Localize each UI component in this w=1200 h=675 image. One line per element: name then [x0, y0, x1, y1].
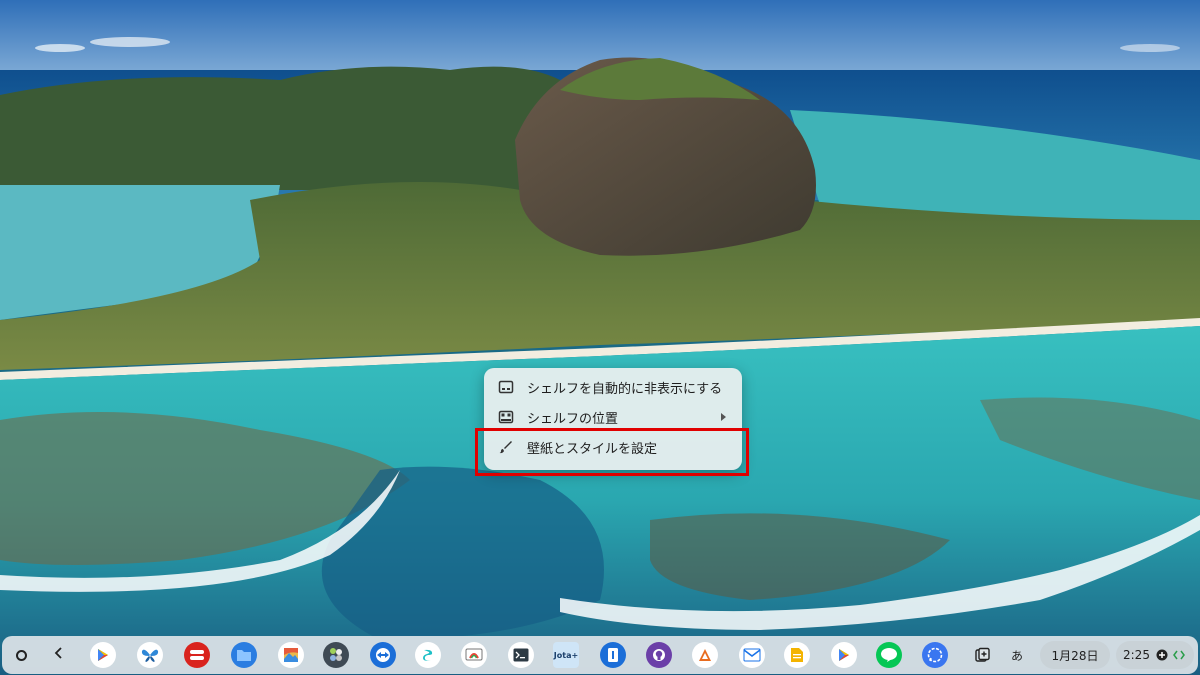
- chevron-left-icon: [54, 647, 64, 663]
- google-play-icon[interactable]: [831, 642, 857, 668]
- surfshark-icon[interactable]: [415, 642, 441, 668]
- status-area[interactable]: 2:25: [1116, 641, 1194, 669]
- multi-app-icon[interactable]: [323, 642, 349, 668]
- blue-app-icon[interactable]: [600, 642, 626, 668]
- menu-item-wallpaper-style[interactable]: 壁紙とスタイルを設定: [484, 432, 742, 462]
- date-tray[interactable]: 1月28日: [1040, 641, 1110, 669]
- butterfly-icon[interactable]: [137, 642, 163, 668]
- docs-icon[interactable]: [784, 642, 810, 668]
- date-label: 1月28日: [1051, 648, 1099, 663]
- developer-mode-icon: [1173, 650, 1185, 660]
- shelf-context-menu: シェルフを自動的に非表示にする シェルフの位置 壁紙とスタイルを設定: [484, 368, 742, 470]
- menu-item-shelf-position[interactable]: シェルフの位置: [484, 402, 742, 432]
- signal-icon[interactable]: [922, 642, 948, 668]
- time-label: 2:25: [1123, 648, 1150, 662]
- github-icon[interactable]: [646, 642, 672, 668]
- menu-item-label: シェルフを自動的に非表示にする: [527, 381, 723, 397]
- line-icon[interactable]: [876, 642, 902, 668]
- google-play-icon[interactable]: [90, 642, 116, 668]
- launcher-icon: [15, 649, 27, 661]
- menu-item-label: 壁紙とスタイルを設定: [527, 441, 658, 457]
- shelf-position-icon: [498, 409, 514, 425]
- terminal-icon[interactable]: [508, 642, 534, 668]
- office-icon[interactable]: [692, 642, 718, 668]
- submenu-arrow-icon: [721, 413, 726, 421]
- jota-label: Jota+: [553, 650, 579, 660]
- ime-indicator[interactable]: あ: [1006, 644, 1028, 666]
- autohide-icon: [498, 379, 514, 395]
- menu-item-autohide-shelf[interactable]: シェルフを自動的に非表示にする: [484, 372, 742, 402]
- shelf: Jota+ あ 1月28日 2:25: [2, 636, 1198, 674]
- gallery-icon[interactable]: [278, 642, 304, 668]
- paintbrush-icon: [498, 439, 514, 455]
- clipboard-icon[interactable]: [971, 644, 993, 666]
- back-button[interactable]: [50, 646, 68, 664]
- chrome-remote-icon[interactable]: [461, 642, 487, 668]
- menu-item-label: シェルフの位置: [527, 411, 619, 427]
- red-app-icon[interactable]: [184, 642, 210, 668]
- jota-icon[interactable]: Jota+: [553, 642, 579, 668]
- mail-icon[interactable]: [739, 642, 765, 668]
- add-circle-icon: [1156, 649, 1168, 661]
- launcher-button[interactable]: [11, 645, 31, 665]
- folder-icon[interactable]: [231, 642, 257, 668]
- ime-label: あ: [1010, 648, 1023, 663]
- wallpaper[interactable]: [0, 0, 1200, 675]
- teamviewer-icon[interactable]: [370, 642, 396, 668]
